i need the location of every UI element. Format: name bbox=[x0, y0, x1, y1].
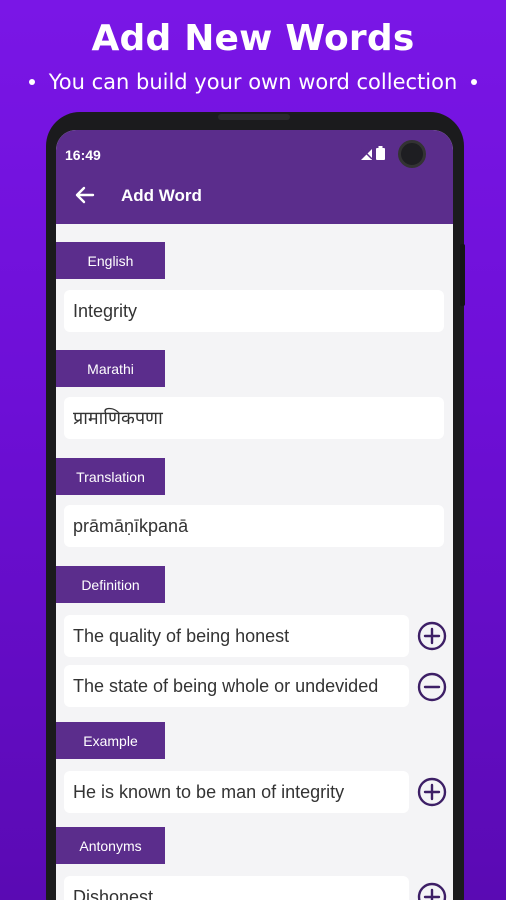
bullet-dot bbox=[28, 78, 35, 85]
phone-speaker bbox=[218, 114, 290, 120]
app-bar: 16:49 Add Word bbox=[56, 130, 453, 224]
promo-subtitle-text: You can build your own word collection bbox=[48, 70, 458, 94]
translation-label: Translation bbox=[56, 458, 165, 495]
marathi-field[interactable]: प्रामाणिकपणा bbox=[64, 397, 444, 439]
marathi-label: Marathi bbox=[56, 350, 165, 387]
phone-screen: 16:49 Add Word English Integrity Marathi… bbox=[56, 130, 453, 900]
front-camera bbox=[398, 140, 426, 168]
definition-label: Definition bbox=[56, 566, 165, 603]
english-label: English bbox=[56, 242, 165, 279]
add-antonym-icon[interactable] bbox=[417, 882, 447, 900]
status-time: 16:49 bbox=[65, 147, 101, 163]
example-label: Example bbox=[56, 722, 165, 759]
status-icons bbox=[361, 146, 385, 160]
remove-definition-icon[interactable] bbox=[417, 672, 447, 702]
promo-title: Add New Words bbox=[91, 18, 415, 59]
back-arrow-icon[interactable] bbox=[73, 183, 97, 207]
translation-field[interactable]: prāmāṇīkpanā bbox=[64, 505, 444, 547]
example-field[interactable]: He is known to be man of integrity bbox=[64, 771, 409, 813]
definition-field-2[interactable]: The state of being whole or undevided bbox=[64, 665, 409, 707]
bullet-dot bbox=[471, 78, 478, 85]
phone-side-button bbox=[460, 244, 465, 306]
add-example-icon[interactable] bbox=[417, 777, 447, 807]
promo-subtitle: You can build your own word collection bbox=[0, 70, 506, 94]
definition-field-1[interactable]: The quality of being honest bbox=[64, 615, 409, 657]
english-field[interactable]: Integrity bbox=[64, 290, 444, 332]
page-title: Add Word bbox=[121, 186, 202, 205]
antonyms-label: Antonyms bbox=[56, 827, 165, 864]
add-definition-icon[interactable] bbox=[417, 621, 447, 651]
antonyms-field[interactable]: Dishonest bbox=[64, 876, 409, 900]
